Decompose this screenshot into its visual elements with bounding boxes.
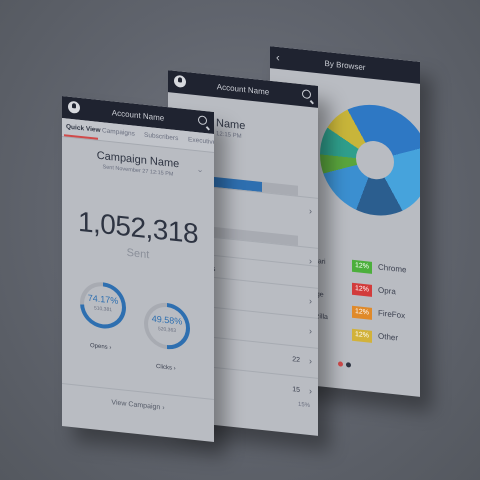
mockup-stage: ‹ By Browser afari dge ozilla 12%Chrome … — [0, 0, 480, 480]
page-dot-active — [338, 361, 343, 367]
search-icon[interactable] — [302, 89, 311, 100]
legend-row-opra: 12% Opra — [352, 282, 396, 300]
page-indicator[interactable] — [338, 353, 354, 373]
chevron-right-icon: › — [309, 355, 312, 367]
opens-link[interactable]: Opens › — [90, 343, 111, 351]
tab-quick-view[interactable]: Quick View — [66, 123, 101, 134]
legend-label: FireFox — [378, 308, 406, 321]
legend-percent: 12% — [352, 328, 372, 343]
browser-donut-chart — [320, 99, 420, 221]
legend-row-chrome: 12% Chrome — [352, 259, 407, 278]
chevron-right-icon: › — [309, 205, 312, 217]
tab-subscribers[interactable]: Subscribers — [144, 132, 178, 143]
page-dot — [346, 362, 351, 368]
screen-title: By Browser — [324, 58, 366, 73]
legend-percent: 12% — [352, 259, 372, 274]
chevron-right-icon: › — [309, 385, 312, 397]
chevron-down-icon[interactable]: › — [196, 169, 205, 173]
tab-executive[interactable]: Executive — [188, 136, 214, 146]
chevron-right-icon: › — [309, 325, 312, 337]
legend-label: Opra — [378, 285, 396, 297]
legend-label: Chrome — [378, 262, 407, 275]
campaign-heading: Name — [216, 117, 246, 133]
tab-campaigns[interactable]: Campaigns — [102, 127, 135, 137]
chevron-right-icon: › — [309, 295, 312, 307]
footer-percent: 15% — [297, 401, 310, 410]
legend-percent: 12% — [352, 305, 372, 320]
row-number: 22 — [292, 356, 300, 364]
quick-view-screen: Account Name Quick View Campaigns Subscr… — [62, 96, 214, 442]
legend-row-other: 12% Other — [352, 328, 399, 346]
opens-ring[interactable]: 74.17% 510,381 — [80, 279, 126, 331]
legend-row-firefox: 12% FireFox — [352, 305, 406, 324]
clicks-link[interactable]: Clicks › — [156, 364, 176, 372]
campaign-subtitle: 12:15 PM — [216, 131, 242, 140]
clicks-ring[interactable]: 49.58% 520,363 — [144, 300, 190, 352]
legend-percent: 12% — [352, 282, 372, 297]
active-tab-indicator — [64, 134, 98, 140]
search-icon[interactable] — [198, 115, 207, 126]
nav-bar: ‹ By Browser — [270, 46, 420, 84]
legend-label: Other — [378, 331, 399, 343]
row-number: 15 — [292, 386, 300, 394]
